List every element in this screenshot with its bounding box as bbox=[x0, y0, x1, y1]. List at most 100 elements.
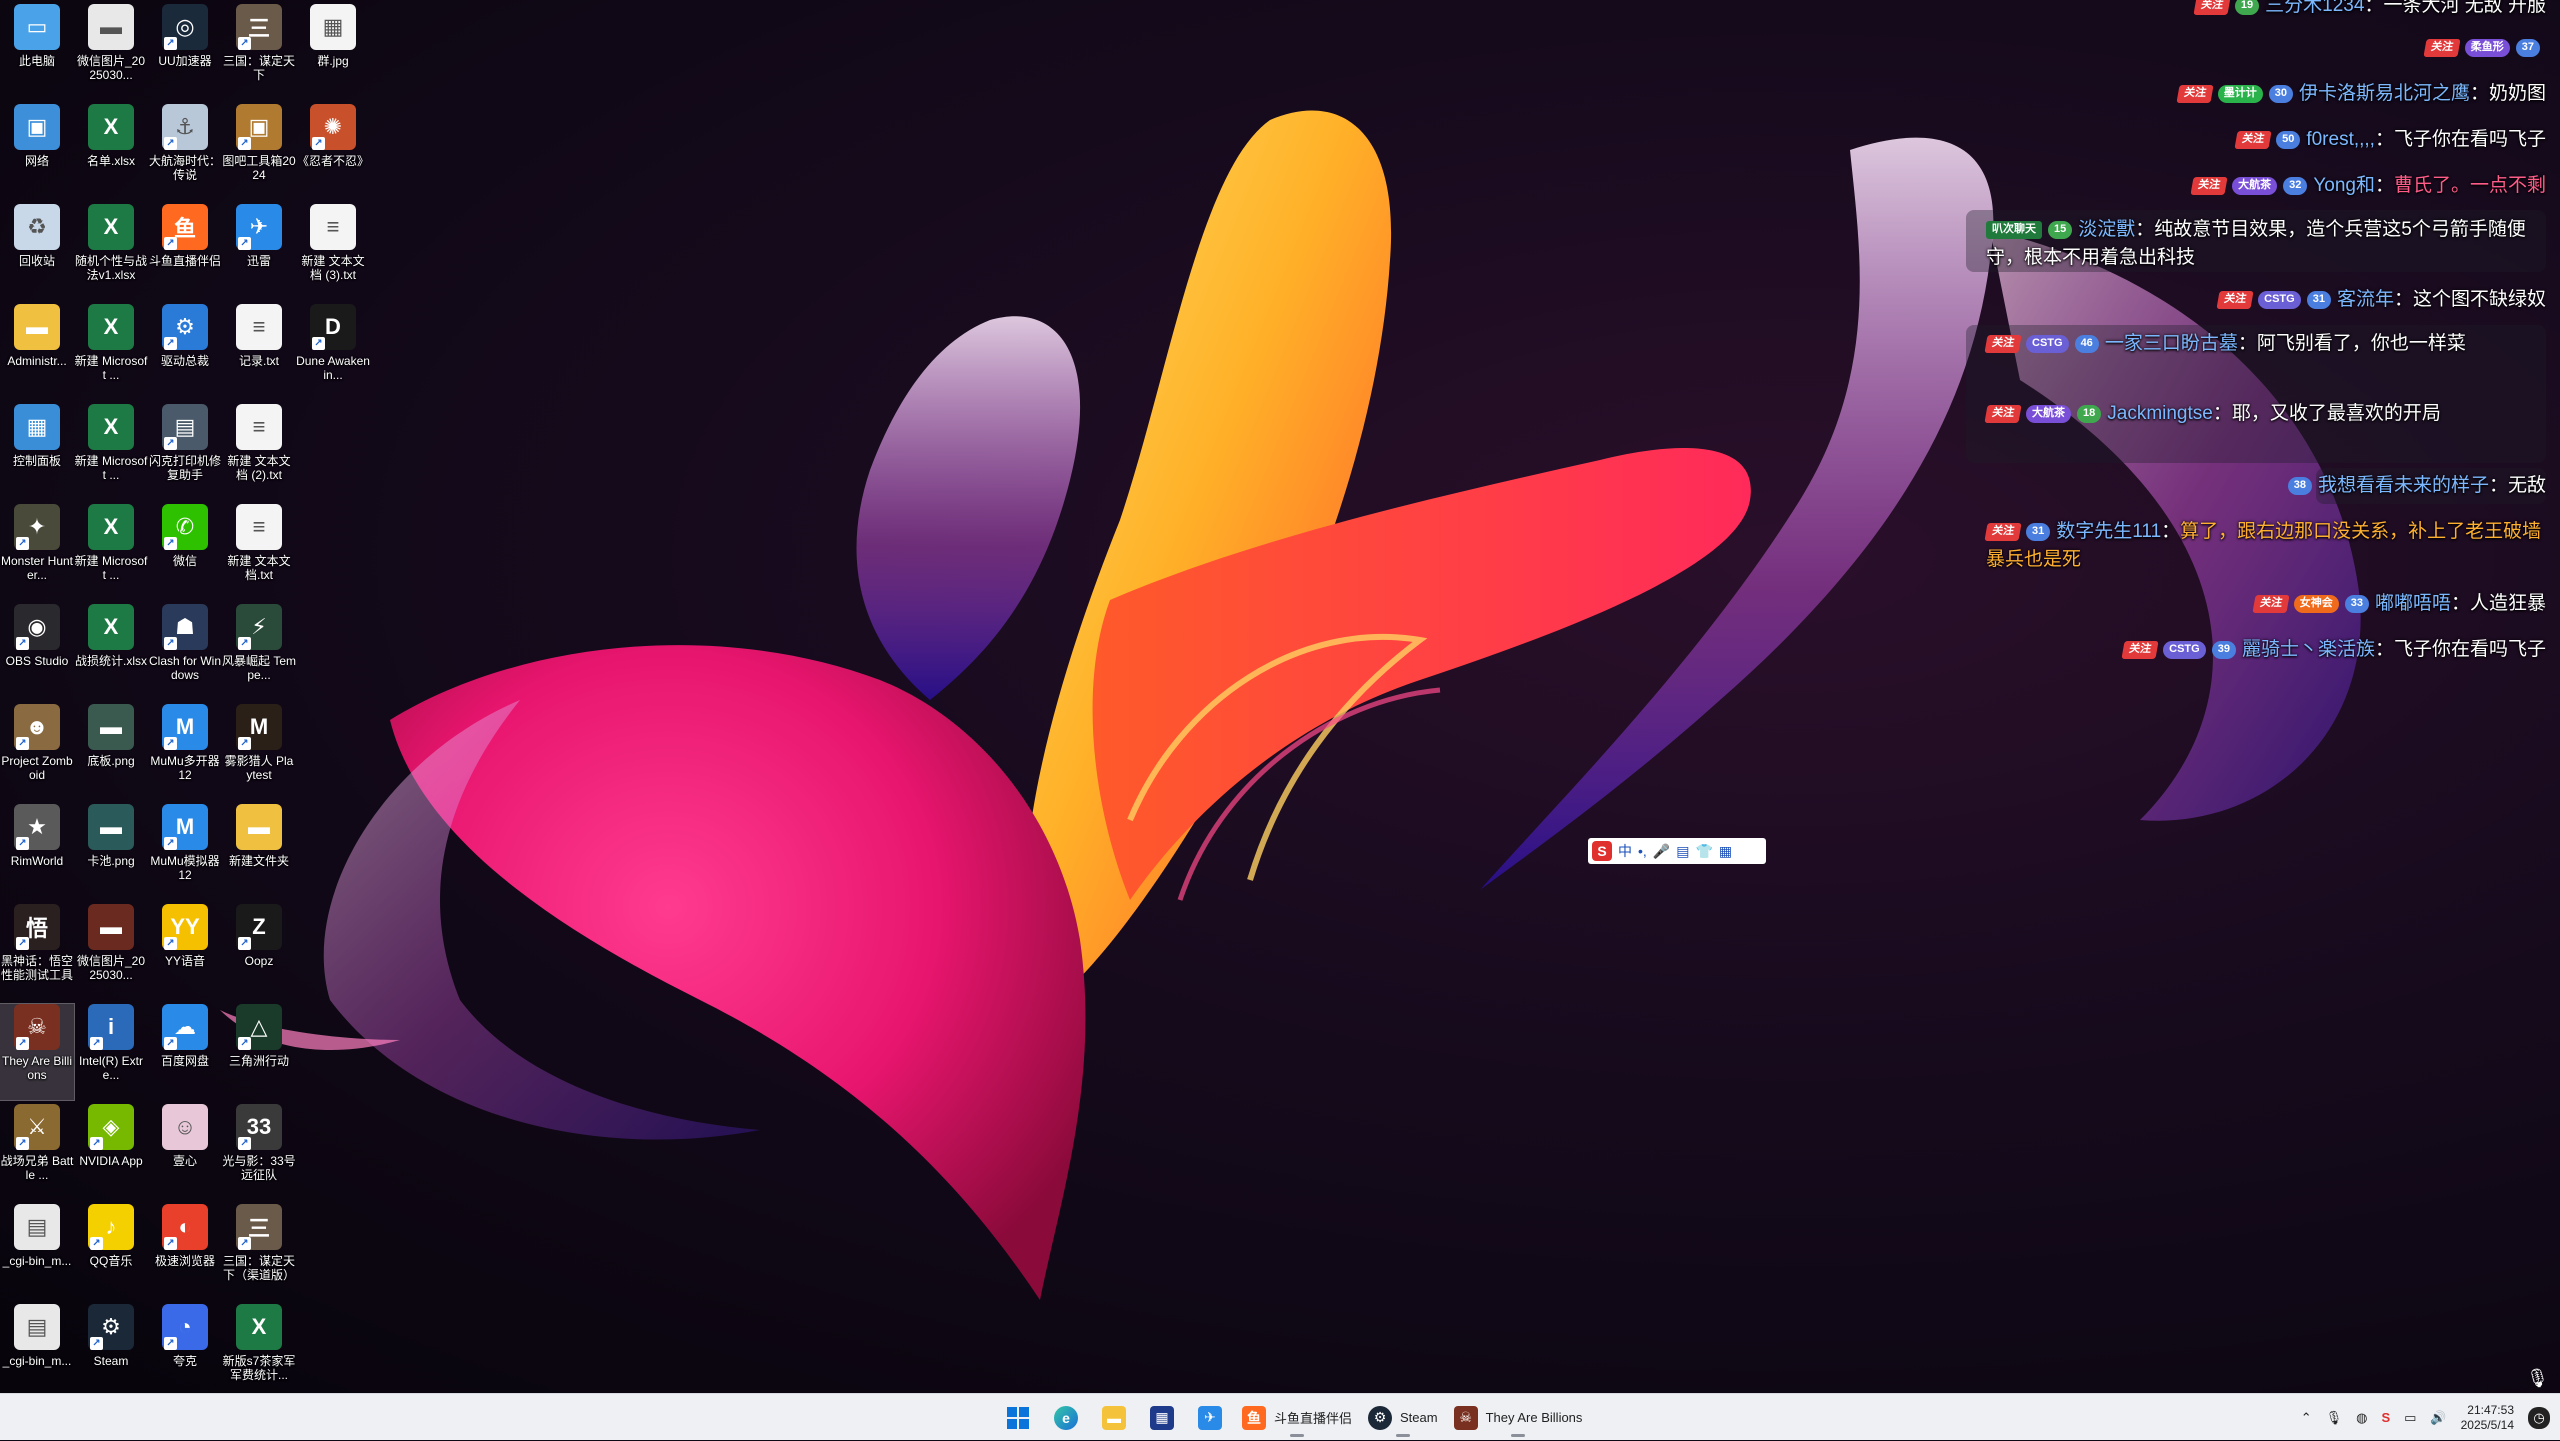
store-button[interactable]: ▦ bbox=[1142, 1398, 1182, 1438]
desktop-icon[interactable]: ☻ ↗ Project Zomboid bbox=[0, 704, 74, 800]
steam-button[interactable]: ⚙ Steam bbox=[1364, 1398, 1442, 1438]
desktop-icon[interactable]: ◔ ↗ 夸克 bbox=[148, 1304, 222, 1393]
desktop-icon[interactable]: 鱼 ↗ 斗鱼直播伴侣 bbox=[148, 204, 222, 300]
desktop-icon[interactable]: ◉ ↗ OBS Studio bbox=[0, 604, 74, 700]
start-button[interactable] bbox=[998, 1398, 1038, 1438]
desktop-icon[interactable]: X 随机个性与战法v1.xlsx bbox=[74, 204, 148, 300]
chat-username[interactable]: Jackmingtse bbox=[2107, 403, 2213, 424]
desktop-icon[interactable]: X 新建 Microsoft ... bbox=[74, 504, 148, 600]
douyu-button[interactable]: 鱼 斗鱼直播伴侣 bbox=[1238, 1398, 1356, 1438]
desktop-icon[interactable]: M ↗ MuMu多开器12 bbox=[148, 704, 222, 800]
desktop-icon[interactable]: ◎ ↗ UU加速器 bbox=[148, 4, 222, 100]
desktop-icon[interactable]: ▣ ↗ 图吧工具箱2024 bbox=[222, 104, 296, 200]
desktop-icon[interactable]: ★ ↗ RimWorld bbox=[0, 804, 74, 900]
sogou-logo-icon[interactable]: S bbox=[1592, 841, 1612, 861]
chat-username[interactable]: f0rest,,,, bbox=[2306, 129, 2375, 150]
chat-username[interactable]: Yong和 bbox=[2313, 175, 2375, 196]
chat-username[interactable]: 我想看看未来的样子 bbox=[2318, 475, 2489, 496]
chat-username[interactable]: 数字先生111 bbox=[2056, 521, 2161, 542]
ime-toolbar[interactable]: S 中 •, 🎤 ▤ 👕 ▦ bbox=[1588, 838, 1766, 864]
desktop-icon[interactable]: ▤ ↗ 闪克打印机修复助手 bbox=[148, 404, 222, 500]
desktop-icon[interactable]: ≡ 新建 文本文档.txt bbox=[222, 504, 296, 600]
ime-toolbox-icon[interactable]: ▦ bbox=[1719, 843, 1732, 860]
desktop-icon[interactable]: ♪ ↗ QQ音乐 bbox=[74, 1204, 148, 1300]
chat-username[interactable]: 淡淀獸 bbox=[2078, 219, 2135, 240]
network-icon[interactable]: ▭ bbox=[2404, 1410, 2416, 1426]
they-are-billions-button[interactable]: ☠ They Are Billions bbox=[1450, 1398, 1587, 1438]
chat-username[interactable]: 麗骑士丶楽活族 bbox=[2242, 639, 2375, 660]
desktop-icon[interactable]: ▣ 网络 bbox=[0, 104, 74, 200]
ime-keyboard-icon[interactable]: ▤ bbox=[1676, 843, 1689, 860]
desktop-icon[interactable]: ✈ ↗ 迅雷 bbox=[222, 204, 296, 300]
desktop-icon[interactable]: X 新建 Microsoft ... bbox=[74, 404, 148, 500]
file-explorer-button[interactable]: ▬ bbox=[1094, 1398, 1134, 1438]
desktop-icon[interactable]: ☗ ↗ Clash for Windows bbox=[148, 604, 222, 700]
desktop-icon[interactable]: ▬ 底板.png bbox=[74, 704, 148, 800]
app-tray-icon[interactable]: ◍ bbox=[2356, 1410, 2367, 1426]
thunder-button[interactable]: ✈ bbox=[1190, 1398, 1230, 1438]
desktop-icon[interactable]: 33 ↗ 光与影：33号远征队 bbox=[222, 1104, 296, 1200]
chat-username[interactable]: 客流年 bbox=[2337, 289, 2394, 310]
desktop-icon[interactable]: ⚙ ↗ Steam bbox=[74, 1304, 148, 1393]
desktop-icon[interactable]: X 名单.xlsx bbox=[74, 104, 148, 200]
desktop-icon[interactable]: ⚡ ↗ 风暴崛起 Tempe... bbox=[222, 604, 296, 700]
image-file-icon: ▬ bbox=[88, 704, 134, 750]
desktop-icon[interactable]: Z ↗ Oopz bbox=[222, 904, 296, 1000]
chat-username[interactable]: 三分木1234 bbox=[2265, 0, 2364, 16]
desktop-icon[interactable]: M ↗ 雾影猎人 Playtest bbox=[222, 704, 296, 800]
desktop-icon[interactable]: X 新版s7茶家军军费统计... bbox=[222, 1304, 296, 1393]
desktop-icon[interactable]: ▬ 微信图片_2025030... bbox=[74, 4, 148, 100]
desktop-icon[interactable]: ▦ 群.jpg bbox=[296, 4, 370, 100]
follow-badge: 关注 bbox=[2423, 38, 2461, 57]
desktop-icon[interactable]: 悟 ↗ 黑神话：悟空性能测试工具 bbox=[0, 904, 74, 1000]
desktop-icon[interactable]: ▬ 卡池.png bbox=[74, 804, 148, 900]
volume-icon[interactable]: 🔊 bbox=[2430, 1410, 2446, 1426]
desktop-icon[interactable]: ⚓ ↗ 大航海时代：传说 bbox=[148, 104, 222, 200]
chat-username[interactable]: 伊卡洛斯易北河之鹰 bbox=[2299, 83, 2470, 104]
desktop-icon[interactable]: ☁ ↗ 百度网盘 bbox=[148, 1004, 222, 1100]
desktop-icon[interactable]: 三 ↗ 三国：谋定天下（渠道版） bbox=[222, 1204, 296, 1300]
desktop-icon[interactable]: YY ↗ YY语音 bbox=[148, 904, 222, 1000]
desktop-icon[interactable]: ⚔ ↗ 战场兄弟 Battle ... bbox=[0, 1104, 74, 1200]
desktop-icon[interactable]: ▦ 控制面板 bbox=[0, 404, 74, 500]
desktop-icon[interactable]: ◐ ↗ 极速浏览器 bbox=[148, 1204, 222, 1300]
desktop-icon[interactable]: i ↗ Intel(R) Extre... bbox=[74, 1004, 148, 1100]
ime-mic-icon[interactable]: 🎤 bbox=[1653, 843, 1670, 860]
desktop-icon[interactable]: ✺ ↗ 《忍者不忍》 bbox=[296, 104, 370, 200]
desktop-icon[interactable]: ▬ 新建文件夹 bbox=[222, 804, 296, 900]
desktop-icon[interactable]: ▬ 微信图片_2025030... bbox=[74, 904, 148, 1000]
desktop-icon[interactable]: ✦ ↗ Monster Hunter... bbox=[0, 504, 74, 600]
notification-icon[interactable]: ◷ bbox=[2528, 1406, 2550, 1429]
chevron-up-icon[interactable]: ⌃ bbox=[2301, 1410, 2312, 1426]
desktop-icon[interactable]: M ↗ MuMu模拟器12 bbox=[148, 804, 222, 900]
clock[interactable]: 21:47:53 2025/5/14 bbox=[2461, 1403, 2514, 1433]
edge-button[interactable]: e bbox=[1046, 1398, 1086, 1438]
desktop-icon[interactable]: ☠ ↗ They Are Billions bbox=[0, 1003, 75, 1101]
desktop-icon[interactable]: X 战损统计.xlsx bbox=[74, 604, 148, 700]
sogou-tray-icon[interactable]: S bbox=[2381, 1410, 2390, 1425]
desktop-icon[interactable]: 三 ↗ 三国：谋定天下 bbox=[222, 4, 296, 100]
desktop-icon[interactable]: ≡ 新建 文本文档 (2).txt bbox=[222, 404, 296, 500]
desktop-icon[interactable]: ▤ _cgi-bin_m... bbox=[0, 1304, 74, 1393]
desktop-icon[interactable]: ▤ _cgi-bin_m... bbox=[0, 1204, 74, 1300]
desktop-icon[interactable]: ✆ ↗ 微信 bbox=[148, 504, 222, 600]
desktop-icon[interactable]: ▬ Administr... bbox=[0, 304, 74, 400]
chat-username[interactable]: 嘟嘟唔唔 bbox=[2375, 593, 2451, 614]
microphone-icon[interactable]: 🎙 bbox=[2526, 1368, 2549, 1390]
desktop-icon[interactable]: ◈ ↗ NVIDIA App bbox=[74, 1104, 148, 1200]
desktop-icon[interactable]: ⚙ ↗ 驱动总裁 bbox=[148, 304, 222, 400]
desktop-icon[interactable]: ▭ 此电脑 bbox=[0, 4, 74, 100]
desktop-icon[interactable]: X 新建 Microsoft ... bbox=[74, 304, 148, 400]
desktop-icon[interactable]: ≡ 记录.txt bbox=[222, 304, 296, 400]
ime-mode[interactable]: 中 bbox=[1618, 841, 1632, 861]
desktop-icon[interactable]: D ↗ Dune Awakenin... bbox=[296, 304, 370, 400]
ime-skin-icon[interactable]: 👕 bbox=[1695, 843, 1712, 860]
chat-username[interactable]: 一家三口盼古墓 bbox=[2105, 333, 2238, 354]
desktop-icon[interactable]: ♻ 回收站 bbox=[0, 204, 74, 300]
desktop-icon[interactable]: △ ↗ 三角洲行动 bbox=[222, 1004, 296, 1100]
desktop-icon[interactable]: ≡ 新建 文本文档 (3).txt bbox=[296, 204, 370, 300]
desktop[interactable]: ▭ 此电脑 ▣ 网络 ♻ 回收站 ▬ Administr... ▦ 控制面板 ✦ ↗ Monster H… bbox=[0, 0, 2560, 1393]
ime-punct-icon[interactable]: •, bbox=[1638, 843, 1647, 859]
desktop-icon[interactable]: ☺ 壹心 bbox=[148, 1104, 222, 1200]
microphone-tray-icon[interactable]: 🎙 bbox=[2326, 1410, 2343, 1426]
